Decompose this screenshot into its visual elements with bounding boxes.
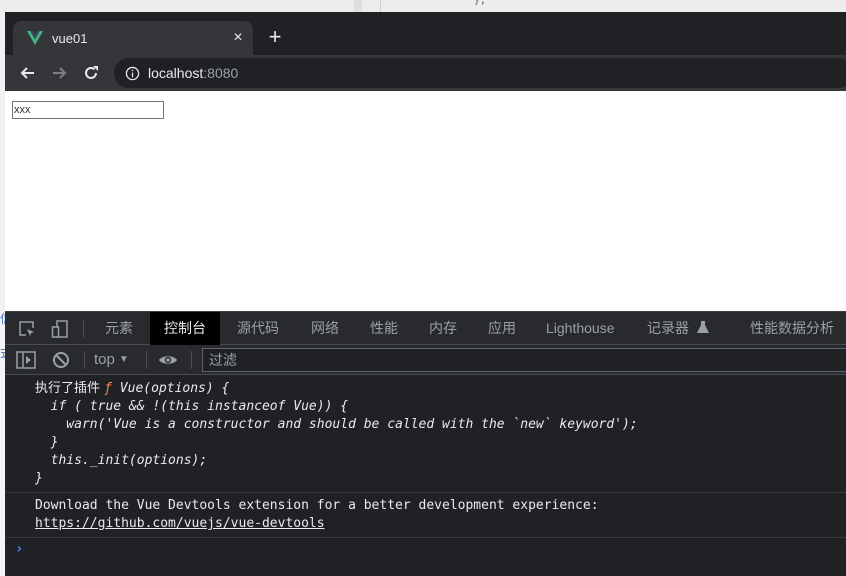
devtools-panel: 元素 控制台 源代码 网络 性能 内存 应用 Lighthouse 记录器 性能… <box>5 311 846 576</box>
console-message: Download the Vue Devtools extension for … <box>5 493 846 538</box>
show-sidebar-button[interactable] <box>15 349 37 371</box>
console-line: 执行了插件 ƒ Vue(options) { <box>35 380 846 398</box>
eye-icon <box>159 356 177 364</box>
background-editor: }, <box>0 0 846 12</box>
tab-elements[interactable]: 元素 <box>91 312 147 345</box>
back-button[interactable] <box>15 61 39 85</box>
tab-console[interactable]: 控制台 <box>150 312 220 345</box>
tab-lighthouse[interactable]: Lighthouse <box>532 312 629 345</box>
editor-gutter <box>354 0 362 12</box>
console-toolbar: top ▼ 过滤 <box>5 345 846 375</box>
reload-icon <box>85 66 98 79</box>
code-line: Vue(options) { <box>111 381 230 396</box>
info-icon[interactable] <box>125 66 140 81</box>
message-text: Download the Vue Devtools extension for … <box>35 498 599 513</box>
device-toolbar-button[interactable] <box>49 318 71 340</box>
editor-divider <box>380 0 381 12</box>
code-line: } <box>35 435 59 450</box>
divider <box>84 351 85 369</box>
tab-title: vue01 <box>52 30 88 46</box>
divider <box>83 320 84 338</box>
url-text: localhost:8080 <box>148 65 238 81</box>
tab-recorder[interactable]: 记录器 <box>633 312 723 345</box>
code-line: } <box>35 471 43 486</box>
editor-snippet: }, <box>474 0 487 6</box>
tab-network[interactable]: 网络 <box>297 312 353 345</box>
code-line: if ( true && !(this instanceof Vue)) { <box>35 399 349 414</box>
clear-console-icon <box>53 352 69 368</box>
browser-toolbar: localhost:8080 <box>5 55 846 91</box>
browser-tab[interactable]: vue01 × <box>13 21 253 55</box>
text-input[interactable] <box>12 101 164 119</box>
context-selector[interactable]: top ▼ <box>94 351 129 368</box>
tab-application[interactable]: 应用 <box>474 312 530 345</box>
new-tab-button[interactable]: + <box>264 26 286 48</box>
inspect-cursor-icon <box>19 321 34 336</box>
tab-memory[interactable]: 内存 <box>415 312 471 345</box>
clear-console-button[interactable] <box>50 349 72 371</box>
inspect-element-button[interactable] <box>16 318 38 340</box>
code-line: this._init(options); <box>35 453 208 468</box>
flask-icon <box>696 321 709 333</box>
vue-logo-icon <box>27 31 43 45</box>
close-tab-icon[interactable]: × <box>229 29 247 47</box>
console-output: 执行了插件 ƒ Vue(options) { if ( true && !(th… <box>5 376 846 576</box>
context-value: top <box>94 351 115 368</box>
sidebar-toggle-icon <box>16 351 36 369</box>
live-expression-button[interactable] <box>157 349 179 371</box>
divider <box>146 351 147 369</box>
url-port: :8080 <box>203 65 239 81</box>
devtools-link[interactable]: https://github.com/vuejs/vue-devtools <box>35 516 325 531</box>
page-content <box>5 91 846 311</box>
forward-arrow-icon <box>53 67 67 79</box>
divider <box>191 351 192 369</box>
reload-button[interactable] <box>79 61 103 85</box>
tab-strip: vue01 × + <box>5 12 846 55</box>
function-marker: ƒ <box>104 381 112 396</box>
log-prefix: 执行了插件 <box>35 381 105 396</box>
filter-input[interactable]: 过滤 <box>202 348 846 372</box>
devtools-tab-bar: 元素 控制台 源代码 网络 性能 内存 应用 Lighthouse 记录器 性能… <box>5 311 846 345</box>
url-host: localhost <box>148 65 204 81</box>
device-mobile-icon <box>51 320 68 338</box>
back-arrow-icon <box>20 67 34 79</box>
console-message: 执行了插件 ƒ Vue(options) { if ( true && !(th… <box>5 376 846 493</box>
tab-recorder-label: 记录器 <box>647 320 689 336</box>
code-line: warn('Vue is a constructor and should be… <box>35 417 638 432</box>
address-bar[interactable]: localhost:8080 <box>114 58 846 88</box>
forward-button[interactable] <box>48 61 72 85</box>
browser-window: vue01 × + localhost:8080 xxx 元素 控制台 源代码 … <box>5 12 846 576</box>
console-prompt-icon[interactable]: › <box>5 538 846 560</box>
tab-sources[interactable]: 源代码 <box>223 312 293 345</box>
tab-performance-insights[interactable]: 性能数据分析 <box>736 312 846 345</box>
dropdown-arrow-icon: ▼ <box>118 354 129 365</box>
tab-performance[interactable]: 性能 <box>356 312 412 345</box>
